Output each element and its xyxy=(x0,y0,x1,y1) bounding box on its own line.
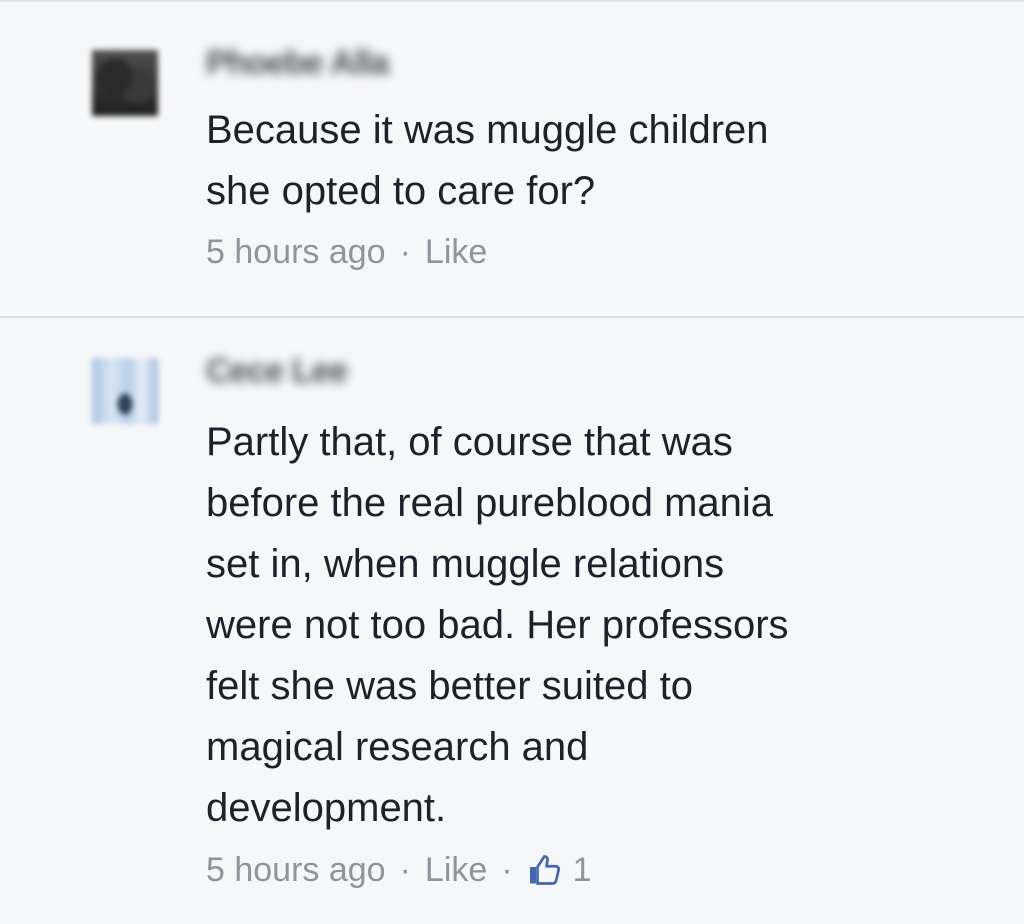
comment-thread: Phoebe Alla Because it was muggle childr… xyxy=(0,0,1024,924)
avatar[interactable] xyxy=(92,358,158,424)
like-link[interactable]: Like xyxy=(425,848,487,892)
comment-meta: 5 hours ago · Like xyxy=(206,230,487,274)
timestamp[interactable]: 5 hours ago xyxy=(206,230,386,274)
comment-text: Partly that, of course that was before t… xyxy=(206,420,789,830)
avatar[interactable] xyxy=(92,50,158,116)
comment-author[interactable]: Cece Lee xyxy=(206,352,348,392)
timestamp[interactable]: 5 hours ago xyxy=(206,848,386,892)
meta-separator: · xyxy=(501,851,513,889)
like-count: 1 xyxy=(572,851,592,889)
thumbs-up-icon[interactable] xyxy=(527,852,563,888)
meta-separator: · xyxy=(399,233,411,271)
comment-meta: 5 hours ago · Like · 1 xyxy=(206,848,592,892)
comment: Phoebe Alla Because it was muggle childr… xyxy=(0,0,1024,316)
comment: Cece Lee Partly that, of course that was… xyxy=(0,318,1024,924)
comment-author[interactable]: Phoebe Alla xyxy=(206,44,389,84)
comment-text: Because it was muggle children she opted… xyxy=(206,108,769,213)
like-link[interactable]: Like xyxy=(425,230,487,274)
meta-separator: · xyxy=(399,851,411,889)
